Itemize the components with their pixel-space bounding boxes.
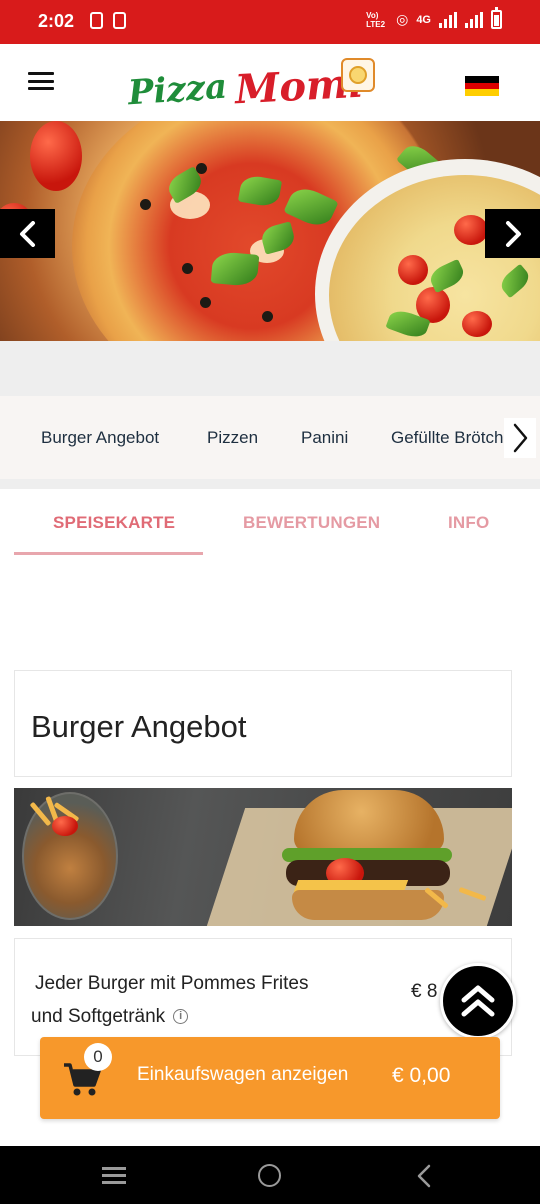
category-scroll-right-button[interactable] bbox=[504, 418, 536, 458]
notification-icon bbox=[113, 12, 126, 29]
notification-icons bbox=[90, 12, 126, 29]
tomato-slice bbox=[462, 311, 492, 337]
section-banner-image bbox=[14, 788, 512, 926]
chevron-left-icon bbox=[19, 220, 35, 247]
view-cart-button[interactable]: 0 Einkaufswagen anzeigen € 0,00 bbox=[40, 1037, 500, 1119]
carousel-next-button[interactable] bbox=[485, 209, 540, 258]
olive bbox=[140, 199, 151, 210]
olive bbox=[262, 311, 273, 322]
status-time: 2:02 bbox=[38, 11, 75, 31]
section-header-card: Burger Angebot bbox=[14, 670, 512, 777]
tab-info[interactable]: INFO bbox=[448, 513, 489, 533]
app-header: Pizza Momi bbox=[0, 44, 540, 121]
home-icon[interactable] bbox=[258, 1164, 281, 1187]
category-gefuellte-broetchen[interactable]: Gefüllte Brötch bbox=[391, 428, 503, 448]
notification-icon bbox=[90, 12, 103, 29]
logo[interactable]: Pizza Momi bbox=[127, 50, 375, 113]
network-type: 4G bbox=[416, 13, 431, 26]
german-flag-icon[interactable] bbox=[465, 76, 499, 96]
signal-icon bbox=[439, 11, 457, 28]
menu-item-name-line1: Jeder Burger mit Pommes Frites bbox=[35, 973, 309, 994]
logo-text-pizza: Pizza bbox=[126, 66, 229, 114]
signal-icon bbox=[465, 11, 483, 28]
logo-emblem-icon bbox=[341, 58, 375, 92]
carousel-prev-button[interactable] bbox=[0, 209, 55, 258]
scroll-to-top-button[interactable] bbox=[440, 963, 516, 1039]
cart-count-badge: 0 bbox=[84, 1043, 112, 1071]
hotspot-icon: ◎ bbox=[396, 11, 409, 27]
category-pizzen[interactable]: Pizzen bbox=[207, 428, 258, 448]
tab-speisekarte[interactable]: SPEISEKARTE bbox=[53, 513, 175, 533]
category-nav: Burger Angebot Pizzen Panini Gefüllte Br… bbox=[0, 396, 540, 480]
chevron-right-icon bbox=[505, 220, 521, 247]
back-icon[interactable] bbox=[413, 1164, 437, 1188]
ketchup-bowl bbox=[52, 816, 78, 836]
category-burger-angebot[interactable]: Burger Angebot bbox=[41, 428, 159, 448]
burger-bun-bottom bbox=[292, 890, 444, 920]
tomato-slice bbox=[454, 215, 488, 245]
olive bbox=[182, 263, 193, 274]
status-bar: 2:02 Vo) LTE2 ◎ 4G bbox=[0, 0, 540, 44]
tomato-slice bbox=[398, 255, 428, 285]
hero-carousel bbox=[0, 121, 540, 341]
battery-icon bbox=[491, 7, 502, 29]
double-chevron-up-icon bbox=[461, 985, 495, 1017]
app-root: 2:02 Vo) LTE2 ◎ 4G Pizza Momi Burger Ang… bbox=[0, 0, 540, 1204]
cart-total: € 0,00 bbox=[392, 1064, 451, 1087]
cart-label: Einkaufswagen anzeigen bbox=[137, 1064, 349, 1085]
divider bbox=[0, 480, 540, 489]
recents-icon[interactable] bbox=[102, 1167, 126, 1184]
olive bbox=[200, 297, 211, 308]
menu-item-price: € 8 bbox=[411, 981, 438, 1002]
burger-bun bbox=[294, 790, 444, 852]
info-icon[interactable]: i bbox=[173, 1009, 189, 1025]
system-nav-bar bbox=[0, 1146, 540, 1204]
menu-item-name: Jeder Burger mit Pommes Frites und Softg… bbox=[31, 967, 331, 1033]
menu-icon[interactable] bbox=[28, 72, 54, 90]
category-panini[interactable]: Panini bbox=[301, 428, 348, 448]
tomato-decoration bbox=[30, 121, 82, 191]
tab-bewertungen[interactable]: BEWERTUNGEN bbox=[243, 513, 380, 533]
spacer bbox=[0, 341, 540, 396]
chevron-right-icon bbox=[513, 423, 528, 453]
section-title: Burger Angebot bbox=[31, 709, 247, 744]
volte-label: Vo) LTE2 bbox=[366, 10, 386, 29]
olive bbox=[196, 163, 207, 174]
status-right: Vo) LTE2 ◎ 4G bbox=[366, 7, 502, 29]
menu-item-name-line2: und Softgetränk bbox=[31, 1006, 166, 1027]
active-tab-indicator bbox=[14, 552, 203, 555]
